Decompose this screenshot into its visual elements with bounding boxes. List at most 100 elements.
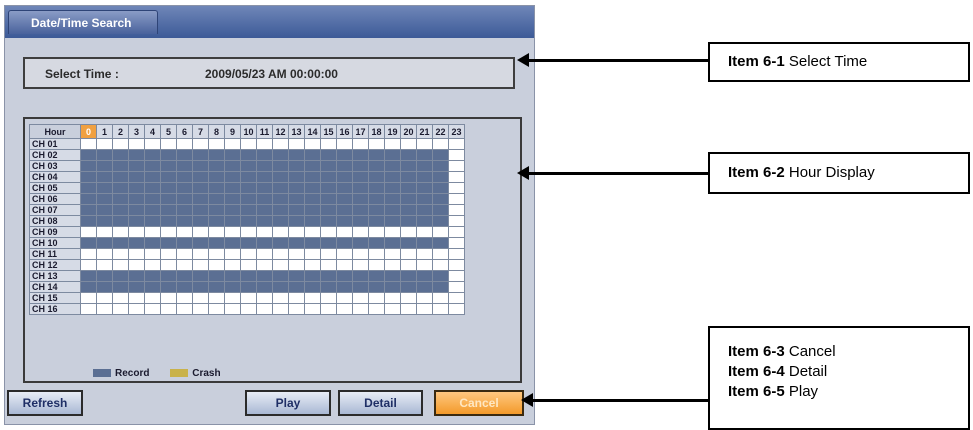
hour-cell-7[interactable]: 7 (192, 124, 209, 139)
hour-cell-18[interactable]: 18 (368, 124, 385, 139)
empty-cell[interactable] (208, 259, 225, 271)
record-cell[interactable] (256, 193, 273, 205)
record-cell[interactable] (416, 215, 433, 227)
empty-cell[interactable] (448, 149, 465, 161)
record-cell[interactable] (384, 204, 401, 216)
record-cell[interactable] (320, 204, 337, 216)
hour-cell-22[interactable]: 22 (432, 124, 449, 139)
record-cell[interactable] (368, 171, 385, 183)
record-cell[interactable] (192, 281, 209, 293)
select-time-value[interactable]: 2009/05/23 AM 00:00:00 (205, 67, 338, 81)
record-cell[interactable] (208, 193, 225, 205)
record-cell[interactable] (320, 215, 337, 227)
record-cell[interactable] (432, 281, 449, 293)
empty-cell[interactable] (224, 226, 241, 238)
empty-cell[interactable] (144, 292, 161, 304)
empty-cell[interactable] (144, 303, 161, 315)
record-cell[interactable] (400, 237, 417, 249)
record-cell[interactable] (208, 171, 225, 183)
empty-cell[interactable] (288, 248, 305, 260)
record-cell[interactable] (192, 171, 209, 183)
record-cell[interactable] (176, 215, 193, 227)
record-cell[interactable] (80, 237, 97, 249)
empty-cell[interactable] (256, 259, 273, 271)
empty-cell[interactable] (448, 138, 465, 150)
record-cell[interactable] (160, 160, 177, 172)
record-cell[interactable] (208, 160, 225, 172)
record-cell[interactable] (320, 171, 337, 183)
record-cell[interactable] (368, 204, 385, 216)
record-cell[interactable] (144, 204, 161, 216)
record-cell[interactable] (416, 193, 433, 205)
empty-cell[interactable] (320, 303, 337, 315)
record-cell[interactable] (272, 281, 289, 293)
record-cell[interactable] (352, 204, 369, 216)
empty-cell[interactable] (128, 259, 145, 271)
empty-cell[interactable] (160, 226, 177, 238)
record-cell[interactable] (112, 281, 129, 293)
record-cell[interactable] (288, 149, 305, 161)
empty-cell[interactable] (208, 292, 225, 304)
record-cell[interactable] (384, 270, 401, 282)
record-cell[interactable] (96, 237, 113, 249)
record-cell[interactable] (192, 160, 209, 172)
record-cell[interactable] (144, 160, 161, 172)
record-cell[interactable] (80, 193, 97, 205)
record-cell[interactable] (112, 270, 129, 282)
empty-cell[interactable] (192, 138, 209, 150)
empty-cell[interactable] (288, 303, 305, 315)
empty-cell[interactable] (400, 292, 417, 304)
record-cell[interactable] (160, 149, 177, 161)
record-cell[interactable] (336, 204, 353, 216)
record-cell[interactable] (240, 204, 257, 216)
record-cell[interactable] (80, 281, 97, 293)
empty-cell[interactable] (320, 248, 337, 260)
empty-cell[interactable] (432, 259, 449, 271)
record-cell[interactable] (288, 237, 305, 249)
empty-cell[interactable] (352, 248, 369, 260)
empty-cell[interactable] (240, 248, 257, 260)
record-cell[interactable] (176, 204, 193, 216)
record-cell[interactable] (320, 270, 337, 282)
record-cell[interactable] (400, 215, 417, 227)
empty-cell[interactable] (448, 248, 465, 260)
record-cell[interactable] (96, 193, 113, 205)
record-cell[interactable] (96, 204, 113, 216)
empty-cell[interactable] (80, 248, 97, 260)
hour-cell-9[interactable]: 9 (224, 124, 241, 139)
record-cell[interactable] (304, 270, 321, 282)
empty-cell[interactable] (304, 303, 321, 315)
record-cell[interactable] (304, 182, 321, 194)
record-cell[interactable] (112, 149, 129, 161)
empty-cell[interactable] (368, 292, 385, 304)
record-cell[interactable] (80, 204, 97, 216)
empty-cell[interactable] (384, 248, 401, 260)
record-cell[interactable] (256, 281, 273, 293)
empty-cell[interactable] (96, 138, 113, 150)
record-cell[interactable] (144, 237, 161, 249)
empty-cell[interactable] (272, 138, 289, 150)
record-cell[interactable] (432, 160, 449, 172)
record-cell[interactable] (368, 215, 385, 227)
record-cell[interactable] (320, 193, 337, 205)
empty-cell[interactable] (368, 259, 385, 271)
record-cell[interactable] (336, 193, 353, 205)
record-cell[interactable] (256, 182, 273, 194)
detail-button[interactable]: Detail (338, 390, 423, 416)
record-cell[interactable] (128, 270, 145, 282)
record-cell[interactable] (272, 160, 289, 172)
hour-cell-23[interactable]: 23 (448, 124, 465, 139)
record-cell[interactable] (160, 237, 177, 249)
empty-cell[interactable] (192, 303, 209, 315)
record-cell[interactable] (400, 182, 417, 194)
record-cell[interactable] (160, 270, 177, 282)
record-cell[interactable] (176, 237, 193, 249)
empty-cell[interactable] (448, 160, 465, 172)
record-cell[interactable] (400, 149, 417, 161)
record-cell[interactable] (224, 270, 241, 282)
record-cell[interactable] (272, 182, 289, 194)
record-cell[interactable] (368, 149, 385, 161)
hour-cell-2[interactable]: 2 (112, 124, 129, 139)
empty-cell[interactable] (176, 259, 193, 271)
empty-cell[interactable] (400, 226, 417, 238)
